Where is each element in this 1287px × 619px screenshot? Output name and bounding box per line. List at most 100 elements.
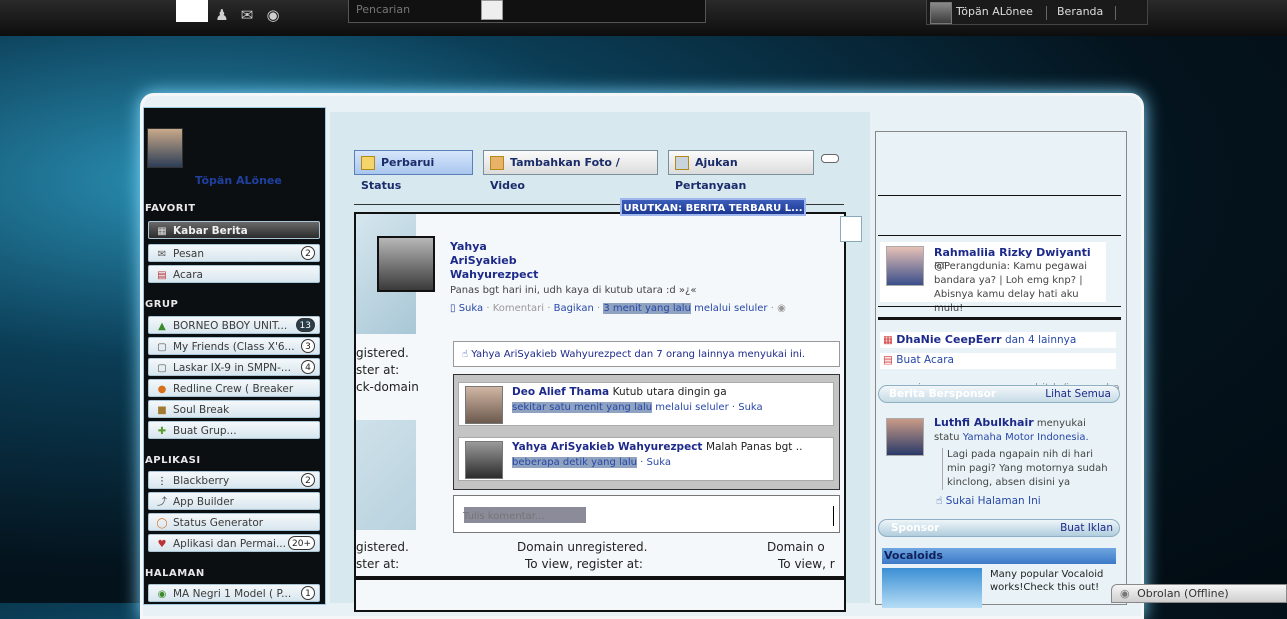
wrench-icon: ⤴	[157, 497, 167, 508]
avatar[interactable]	[465, 386, 503, 424]
notifications-globe-icon[interactable]: ◉	[262, 4, 284, 26]
group-icon: ▢	[157, 363, 167, 374]
count-badge: 4	[301, 360, 315, 374]
search-input[interactable]	[356, 0, 476, 18]
apps-header: APLIKASI	[145, 455, 201, 466]
comment-link[interactable]: Komentari	[493, 303, 544, 314]
avatar[interactable]	[930, 2, 952, 24]
create-ad-link[interactable]: Buat Iklan	[1060, 520, 1113, 536]
comment-text: Kutub utara dingin ga	[612, 386, 727, 398]
sidebar-item-group[interactable]: ▢ My Friends (Class X'6... 3	[148, 337, 320, 355]
avatar[interactable]	[465, 441, 503, 479]
count-badge: 20+	[288, 536, 315, 550]
background-art	[356, 420, 416, 530]
sponsored-header: Berita Bersponsor Lihat Semua	[878, 385, 1120, 403]
logo[interactable]	[176, 0, 208, 22]
post-text: Panas bgt hari ini, udh kaya di kutub ut…	[450, 285, 697, 296]
timestamp-link[interactable]: beberapa detik yang lalu	[512, 457, 637, 468]
birthday-reminder[interactable]: ▦ DhaNie CeepEerr dan 4 lainnya	[883, 333, 1076, 346]
watermark-text: gistered.	[356, 346, 409, 360]
add-group-icon: ✚	[157, 426, 167, 437]
update-status-button[interactable]: Perbarui Status	[354, 150, 473, 192]
sidebar-item-app[interactable]: ♥ Aplikasi dan Permai... 20+	[148, 534, 320, 552]
friends-icon[interactable]: ♟	[211, 4, 233, 26]
feed-story	[354, 578, 846, 612]
sponsored-author[interactable]: Luthfi Abulkhair	[934, 416, 1034, 429]
ad-image[interactable]	[882, 568, 982, 608]
profile-picture[interactable]	[147, 128, 183, 168]
sidebar-item-group[interactable]: ▢ Laskar IX-9 in SMPN-... 4	[148, 358, 320, 376]
watermark-text: To view, r	[778, 557, 835, 571]
profile-name[interactable]: Töpän ALönee	[195, 174, 282, 187]
timestamp-link[interactable]: sekitar satu menit yang lalu	[512, 402, 653, 413]
sidebar-item-group[interactable]: ■ Soul Break	[148, 400, 320, 418]
message-icon: ✉	[157, 249, 167, 260]
profile-link[interactable]: Töpän ALönee	[956, 5, 1033, 18]
share-link[interactable]: Bagikan	[554, 303, 594, 314]
comment-author[interactable]: Deo Alief Thama	[512, 386, 609, 398]
avatar[interactable]	[377, 236, 435, 292]
comment-input[interactable]	[463, 506, 834, 526]
calendar-icon: ▤	[157, 270, 167, 281]
count-badge: 13	[295, 318, 315, 332]
see-all-link[interactable]: Lihat Semua	[1045, 386, 1111, 402]
more-button[interactable]	[821, 154, 839, 163]
avatar[interactable]	[886, 418, 924, 456]
home-link[interactable]: Beranda	[1057, 5, 1103, 18]
sponsored-page-link[interactable]: Yamaha Motor Indonesia.	[963, 432, 1089, 443]
chat-bar[interactable]: ◉ Obrolan (Offline)	[1111, 584, 1287, 603]
like-page-button[interactable]: ☝ Sukai Halaman Ini	[936, 495, 1041, 507]
comment-author[interactable]: Yahya AriSyakieb Wahyurezpect	[512, 441, 702, 453]
sponsor-header: Sponsor Buat Iklan	[878, 519, 1120, 537]
tweet-text: @Perangdunia: Kamu pegawai bandara ya? |…	[934, 261, 1088, 314]
post-author[interactable]: Yahya	[450, 240, 487, 253]
likes-summary[interactable]: ☝ Yahya AriSyakieb Wahyurezpect dan 7 or…	[453, 341, 840, 367]
add-photo-button[interactable]: Tambahkan Foto / Video	[483, 150, 658, 192]
post-actions: ▯ Suka · Komentari · Bagikan · 3 menit y…	[450, 303, 786, 314]
divider	[1046, 6, 1047, 20]
comment-body: Yahya AriSyakieb Wahyurezpect Malah Pana…	[512, 440, 830, 453]
sidebar-item-app[interactable]: ◯ Status Generator	[148, 513, 320, 531]
status-icon: ◯	[156, 518, 168, 529]
divider	[878, 306, 1121, 307]
search-button[interactable]	[481, 0, 503, 20]
timestamp-link[interactable]: 3 menit yang lalu	[603, 303, 691, 314]
ask-question-button[interactable]: Ajukan Pertanyaan	[668, 150, 814, 192]
comment-meta: beberapa detik yang lalu · Suka	[512, 457, 671, 468]
create-event-link[interactable]: ▤ Buat Acara	[883, 354, 954, 366]
watermark-text: Domain o	[767, 540, 825, 554]
post-author[interactable]: Wahyurezpect	[450, 268, 538, 281]
avatar[interactable]	[886, 246, 924, 286]
watermark-text: ster at:	[356, 363, 400, 377]
like-link[interactable]: Suka	[647, 457, 671, 468]
device-link[interactable]: seluler	[734, 303, 768, 314]
sidebar-item-app[interactable]: ⤴ App Builder	[148, 492, 320, 510]
device-link[interactable]: seluler	[695, 402, 729, 413]
page-icon: ◉	[157, 589, 167, 600]
watermark-text: To view, register at:	[525, 557, 643, 571]
messages-icon[interactable]: ✉	[236, 4, 258, 26]
via-text: melalui	[694, 303, 731, 314]
sidebar-item-app[interactable]: ⋮ Blackberry 2	[148, 471, 320, 489]
sidebar-item-messages[interactable]: ✉ Pesan 2	[148, 244, 320, 262]
count-badge: 1	[301, 586, 315, 600]
like-link[interactable]: Suka	[459, 303, 483, 314]
sidebar-item-create-group[interactable]: ✚ Buat Grup...	[148, 421, 320, 439]
sidebar-item-news-feed[interactable]: ▦ Kabar Berita	[148, 221, 320, 239]
sidebar-item-group[interactable]: ▲ BORNEO BBOY UNIT... 13	[148, 316, 320, 334]
tweet-author[interactable]: Rahmaliia Rizky Dwiyanti	[934, 246, 1091, 259]
ad-text: Many popular Vocaloid works!Check this o…	[990, 569, 1104, 593]
privacy-globe-icon[interactable]: ◉	[777, 303, 786, 314]
post-author[interactable]: AriSyakieb	[450, 254, 517, 267]
ad-title[interactable]: Vocaloids	[882, 548, 1116, 564]
photo-icon	[490, 156, 504, 170]
basketball-icon: ●	[157, 384, 167, 395]
sponsored-quote: Lagi pada ngapain nih di hari min pagi? …	[942, 448, 1109, 490]
comment-meta: sekitar satu menit yang lalu melalui sel…	[512, 402, 763, 413]
sort-dropdown[interactable]: URUTKAN: BERITA TERBARU L...	[620, 198, 806, 216]
like-link[interactable]: Suka	[738, 402, 762, 413]
sidebar-item-page[interactable]: ◉ MA Negri 1 Model ( P... 1	[148, 584, 320, 602]
sidebar-item-group[interactable]: ●Redline Crew ( Breaker Bo...	[148, 379, 320, 414]
scroll-handle[interactable]	[840, 216, 862, 242]
sidebar-item-events[interactable]: ▤ Acara	[148, 265, 320, 283]
